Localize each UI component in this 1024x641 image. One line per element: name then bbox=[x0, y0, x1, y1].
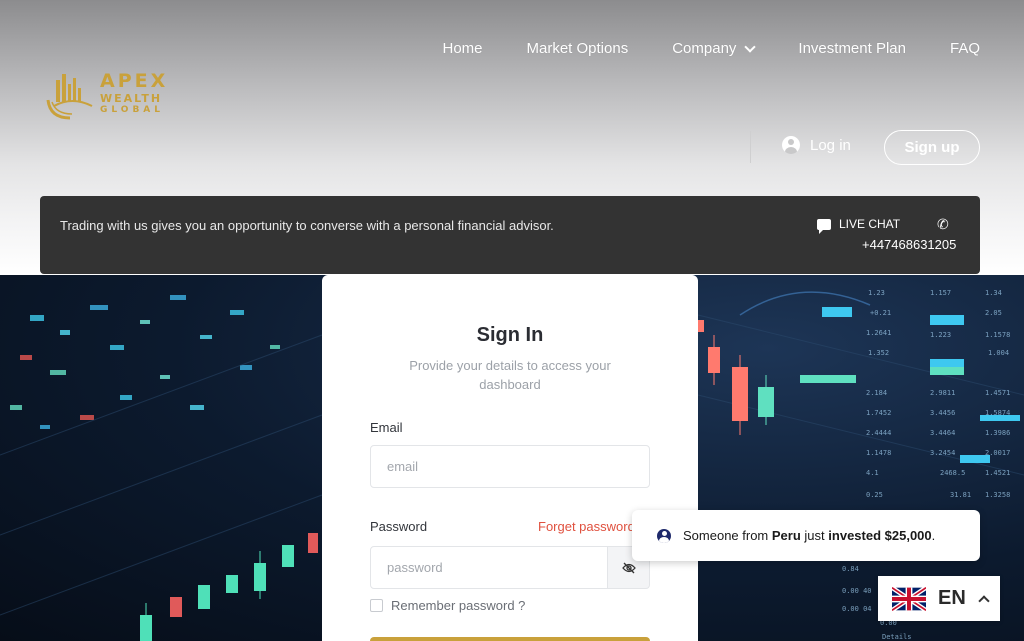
nav-faq[interactable]: FAQ bbox=[950, 40, 980, 57]
eye-slash-icon bbox=[621, 562, 636, 573]
uk-flag-icon bbox=[892, 585, 926, 612]
toast-suffix: . bbox=[931, 528, 936, 543]
svg-text:0.00 04: 0.00 04 bbox=[842, 605, 872, 613]
chevron-up-icon bbox=[978, 595, 990, 607]
svg-text:0.00 40: 0.00 40 bbox=[842, 587, 872, 595]
svg-text:2.05: 2.05 bbox=[985, 309, 1002, 317]
logo-text-line1: APEX bbox=[100, 70, 169, 92]
svg-text:+0.21: +0.21 bbox=[870, 309, 891, 317]
toast-action: invested $25,000 bbox=[828, 528, 932, 543]
svg-text:0.84: 0.84 bbox=[842, 565, 859, 573]
login-label: Log in bbox=[810, 136, 851, 154]
password-input[interactable] bbox=[371, 547, 607, 588]
user-circle-icon bbox=[657, 528, 671, 543]
svg-text:1.5874: 1.5874 bbox=[985, 409, 1010, 417]
svg-text:1.3986: 1.3986 bbox=[985, 429, 1010, 437]
svg-text:2.0017: 2.0017 bbox=[985, 449, 1010, 457]
password-label: Password bbox=[370, 519, 428, 534]
phone-number[interactable]: +447468631205 bbox=[862, 237, 956, 252]
toast-text: Someone from Peru just invested $25,000. bbox=[683, 528, 935, 543]
svg-text:2468.5: 2468.5 bbox=[940, 469, 965, 477]
signin-card: Sign In Provide your details to access y… bbox=[322, 275, 698, 641]
forget-password-link[interactable]: Forget password bbox=[538, 519, 635, 534]
remember-checkbox[interactable] bbox=[370, 599, 383, 612]
signup-button[interactable]: Sign up bbox=[884, 130, 980, 165]
chat-bubble-icon bbox=[817, 218, 831, 234]
language-code: EN bbox=[938, 587, 966, 609]
remember-label: Remember password ? bbox=[391, 598, 526, 613]
logo-emblem-icon bbox=[46, 74, 93, 120]
svg-text:2.184: 2.184 bbox=[866, 389, 887, 397]
svg-text:1.004: 1.004 bbox=[988, 349, 1009, 357]
svg-text:1.4571: 1.4571 bbox=[985, 389, 1010, 397]
info-bar: Trading with us gives you an opportunity… bbox=[40, 196, 980, 274]
nav-market-options[interactable]: Market Options bbox=[527, 40, 629, 57]
svg-text:2.9811: 2.9811 bbox=[930, 389, 955, 397]
svg-text:Details: Details bbox=[882, 633, 912, 641]
user-circle-icon bbox=[782, 136, 800, 154]
svg-text:4.1: 4.1 bbox=[866, 469, 879, 477]
signin-title: Sign In bbox=[476, 324, 544, 346]
signin-submit-button[interactable] bbox=[370, 637, 650, 641]
svg-text:31.81: 31.81 bbox=[950, 491, 971, 499]
password-field-wrapper bbox=[370, 546, 608, 589]
svg-text:1.157: 1.157 bbox=[930, 289, 951, 297]
svg-text:1.23: 1.23 bbox=[868, 289, 885, 297]
email-input[interactable] bbox=[371, 446, 649, 487]
nav-company-label: Company bbox=[672, 40, 737, 57]
nav-investment-plan[interactable]: Investment Plan bbox=[798, 40, 906, 57]
email-label: Email bbox=[370, 420, 403, 435]
svg-text:1.2641: 1.2641 bbox=[866, 329, 891, 337]
toast-country: Peru bbox=[771, 528, 801, 543]
logo-text-line3: GLOBAL bbox=[100, 105, 165, 115]
svg-text:3.4456: 3.4456 bbox=[930, 409, 955, 417]
svg-text:1.3258: 1.3258 bbox=[985, 491, 1010, 499]
email-field-wrapper bbox=[370, 445, 650, 488]
svg-text:2.4444: 2.4444 bbox=[866, 429, 891, 437]
svg-text:1.1578: 1.1578 bbox=[985, 331, 1010, 339]
header-divider bbox=[750, 131, 751, 163]
chevron-down-icon bbox=[744, 40, 757, 53]
info-message: Trading with us gives you an opportunity… bbox=[60, 218, 554, 233]
remember-password[interactable]: Remember password ? bbox=[370, 598, 525, 613]
nav-company[interactable]: Company bbox=[672, 40, 757, 57]
logo-text-line2: WEALTH bbox=[100, 92, 163, 105]
nav-home[interactable]: Home bbox=[442, 40, 482, 57]
svg-text:3.2454: 3.2454 bbox=[930, 449, 955, 457]
live-chat-label: LIVE CHAT bbox=[839, 217, 901, 231]
login-link[interactable]: Log in bbox=[782, 136, 851, 154]
main-nav: Home Market Options Company Investment P… bbox=[398, 40, 980, 57]
signin-subtitle: Provide your details to access your dash… bbox=[409, 358, 611, 392]
live-chat-link[interactable]: LIVE CHAT bbox=[817, 217, 901, 234]
svg-text:0.25: 0.25 bbox=[866, 491, 883, 499]
svg-text:1.7452: 1.7452 bbox=[866, 409, 891, 417]
language-selector[interactable]: EN bbox=[878, 576, 1000, 621]
phone-icon[interactable]: ✆ bbox=[937, 216, 949, 233]
svg-text:1.223: 1.223 bbox=[930, 331, 951, 339]
svg-text:1.34: 1.34 bbox=[985, 289, 1002, 297]
svg-text:1.352: 1.352 bbox=[868, 349, 889, 357]
svg-text:1.4521: 1.4521 bbox=[985, 469, 1010, 477]
toast-middle: just bbox=[804, 528, 825, 543]
investment-toast: Someone from Peru just invested $25,000. bbox=[632, 510, 980, 561]
svg-text:3.4464: 3.4464 bbox=[930, 429, 955, 437]
brand-logo[interactable]: APEX WEALTH GLOBAL bbox=[42, 66, 172, 124]
svg-text:1.1478: 1.1478 bbox=[866, 449, 891, 457]
toast-prefix: Someone from bbox=[683, 528, 769, 543]
